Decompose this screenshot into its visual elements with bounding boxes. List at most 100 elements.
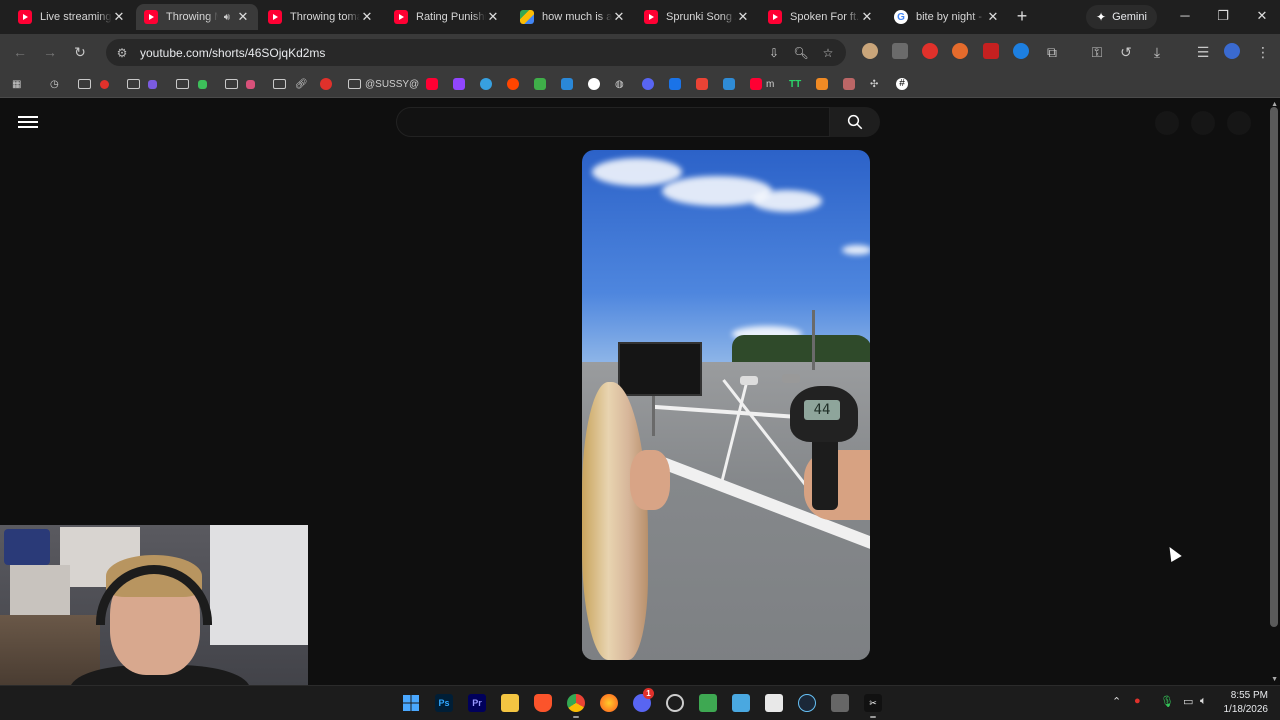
zoom-icon[interactable]: 🔍︎: [793, 45, 809, 61]
bookmark-record[interactable]: [320, 76, 332, 92]
close-window-button[interactable]: ✕: [1252, 6, 1272, 26]
tray-app-icon[interactable]: ●: [1134, 695, 1141, 707]
bookmark-folder-sussy[interactable]: @SUSSY@: [348, 76, 419, 92]
extensions-puzzle-icon[interactable]: ⧉: [1042, 42, 1062, 62]
password-key-icon[interactable]: ⚿: [1087, 42, 1107, 62]
bookmark-globe-icon[interactable]: ◍: [615, 76, 624, 92]
bookmark-box[interactable]: [723, 76, 735, 92]
windows-start-icon[interactable]: [402, 694, 420, 712]
close-icon[interactable]: ✕: [860, 9, 874, 25]
new-tab-button[interactable]: +: [1012, 6, 1032, 26]
bookmark-link-icon[interactable]: 🔗︎: [295, 76, 308, 92]
bookmark-discord[interactable]: [642, 76, 654, 92]
tab-live-streaming[interactable]: Live streaming ✕: [10, 4, 134, 30]
minimize-button[interactable]: ─: [1175, 6, 1195, 26]
app-icon[interactable]: [732, 694, 750, 712]
apps-grid-icon[interactable]: ▦: [12, 76, 21, 92]
capcut-icon[interactable]: ✂: [864, 694, 882, 718]
bookmark-youtube[interactable]: [426, 76, 438, 92]
download-icon[interactable]: ⤓: [1147, 42, 1167, 62]
tab-throwing-toma[interactable]: Throwing toma ✕: [260, 4, 382, 30]
forward-button[interactable]: →: [40, 42, 60, 62]
bookmark-youtube-m[interactable]: m: [750, 76, 774, 92]
bookmark-purple[interactable]: [148, 76, 157, 92]
bookmark-red-dot[interactable]: [100, 76, 109, 92]
scroll-down-arrow[interactable]: ▼: [1271, 676, 1278, 683]
restore-button[interactable]: ❐: [1213, 6, 1233, 26]
clock-time[interactable]: 8:55 PM: [1231, 690, 1268, 701]
bookmark-gauge-icon[interactable]: ◷: [50, 76, 59, 92]
close-icon[interactable]: ✕: [612, 9, 626, 25]
firefox-icon[interactable]: [600, 694, 618, 712]
extension-adblock-icon[interactable]: [983, 43, 999, 59]
bookmark-paint[interactable]: [534, 76, 546, 92]
notepad-icon[interactable]: [765, 694, 783, 712]
photoshop-icon[interactable]: Ps: [435, 694, 453, 712]
bookmark-orange[interactable]: [816, 76, 828, 92]
chrome-icon[interactable]: [567, 694, 585, 718]
address-bar[interactable]: ⚙ youtube.com/shorts/46SOjqKd2ms ⇩ 🔍︎ ☆: [106, 39, 846, 66]
bookmark-reddit[interactable]: [507, 76, 519, 92]
tab-bite-by-night[interactable]: G bite by night - C ✕: [886, 4, 1008, 30]
clock-date[interactable]: 1/18/2026: [1224, 704, 1269, 715]
bookmark-folder[interactable]: [176, 76, 189, 92]
tab-rating-punishin[interactable]: Rating Punishin ✕: [386, 4, 508, 30]
back-button[interactable]: ←: [10, 42, 30, 62]
premiere-icon[interactable]: Pr: [468, 694, 486, 712]
scrollbar-thumb[interactable]: [1270, 107, 1278, 627]
close-icon[interactable]: ✕: [360, 9, 374, 25]
install-app-icon[interactable]: ⇩: [766, 45, 782, 61]
close-icon[interactable]: ✕: [736, 9, 750, 25]
bookmark-dark[interactable]: [588, 76, 600, 92]
close-icon[interactable]: ✕: [986, 9, 1000, 25]
extension-icon[interactable]: [892, 43, 908, 59]
bookmark-folder[interactable]: [273, 76, 286, 92]
bookmark-blue[interactable]: [480, 76, 492, 92]
bookmark-character[interactable]: [843, 76, 855, 92]
bookmark-tt[interactable]: TT: [789, 76, 801, 92]
short-video-player[interactable]: 44: [582, 150, 870, 660]
speaker-icon[interactable]: 🔊︎: [224, 12, 230, 23]
brave-icon[interactable]: [534, 694, 552, 712]
volume-icon[interactable]: 🔈︎: [1200, 695, 1207, 708]
file-explorer-icon[interactable]: [501, 694, 519, 712]
tray-chevron-icon[interactable]: ⌃: [1112, 695, 1121, 708]
extension-record-icon[interactable]: [922, 43, 938, 59]
microphone-icon[interactable]: 🎙︎: [1160, 695, 1174, 708]
close-icon[interactable]: ✕: [486, 9, 500, 25]
camera-icon[interactable]: [831, 694, 849, 712]
gemini-button[interactable]: ✦ Gemini: [1086, 5, 1157, 29]
app-icon[interactable]: [699, 694, 717, 712]
close-icon[interactable]: ✕: [112, 9, 126, 25]
search-button[interactable]: [830, 107, 880, 137]
bookmark-star-icon[interactable]: ☆: [820, 45, 836, 61]
bookmark-mail[interactable]: [669, 76, 681, 92]
search-input[interactable]: [396, 107, 830, 137]
extension-shazam-icon[interactable]: [1013, 43, 1029, 59]
bookmark-gmail[interactable]: [696, 76, 708, 92]
history-icon[interactable]: ↺: [1116, 42, 1136, 62]
tab-spoken-for[interactable]: Spoken For ft. I ✕: [760, 4, 882, 30]
extension-avatar-icon[interactable]: [862, 43, 878, 59]
close-icon[interactable]: ✕: [236, 9, 250, 25]
bookmark-pink[interactable]: [246, 76, 255, 92]
bookmark-blue-tool[interactable]: [561, 76, 573, 92]
network-icon[interactable]: ▭: [1183, 695, 1193, 708]
bookmark-tool-icon[interactable]: ✣: [870, 76, 878, 92]
account-placeholder-icon[interactable]: [1227, 111, 1251, 135]
steam-icon[interactable]: [798, 694, 816, 712]
bookmark-green[interactable]: [198, 76, 207, 92]
tab-throwing-m[interactable]: Throwing M 🔊︎ ✕: [136, 4, 258, 30]
extension-fire-icon[interactable]: [952, 43, 968, 59]
hamburger-menu-icon[interactable]: [18, 113, 38, 131]
reload-button[interactable]: ↻: [70, 42, 90, 62]
profile-avatar-icon[interactable]: [1224, 43, 1240, 59]
bookmark-folder[interactable]: [78, 76, 91, 92]
reading-list-icon[interactable]: ☰: [1193, 42, 1213, 62]
tab-sprunki-song[interactable]: Sprunki Song A ✕: [636, 4, 758, 30]
create-placeholder-icon[interactable]: [1155, 111, 1179, 135]
discord-icon[interactable]: 1: [633, 688, 654, 712]
browser-menu-icon[interactable]: ⋮: [1253, 42, 1273, 62]
bookmark-folder[interactable]: [127, 76, 140, 92]
bookmark-twitch[interactable]: [453, 76, 465, 92]
